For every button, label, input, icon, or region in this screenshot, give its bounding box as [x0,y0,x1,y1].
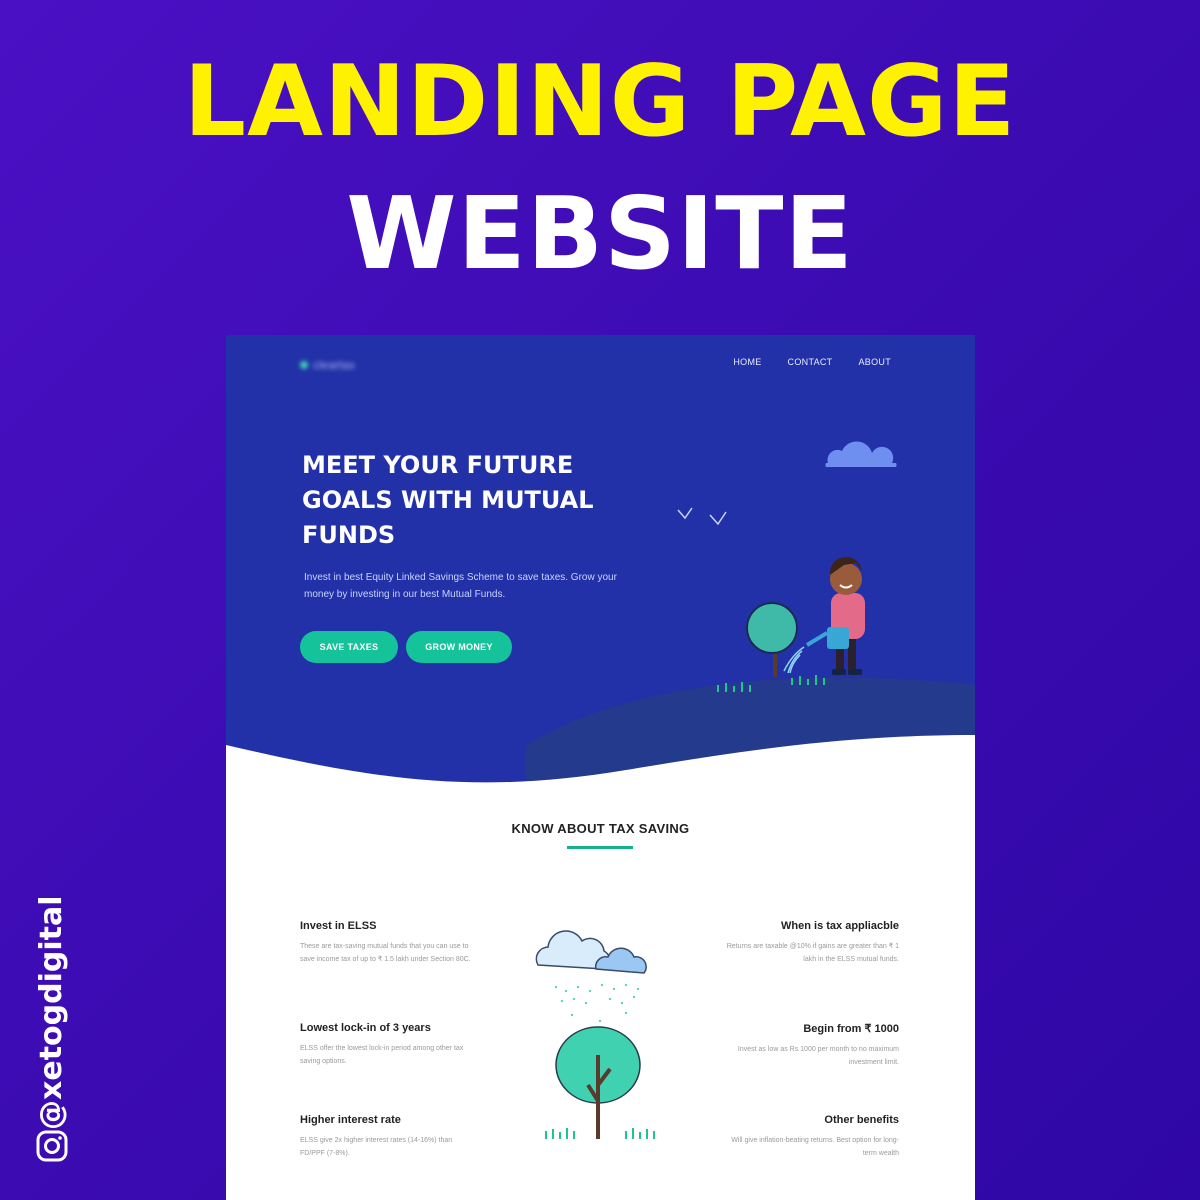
social-handle: @xetogdigital [30,895,74,1170]
hero-illustration [226,441,975,785]
logo-dot-icon [300,361,308,369]
grow-money-button[interactable]: GROW MONEY [406,631,512,663]
feature-title: Begin from ₹ 1000 [803,1023,899,1035]
cloud-icon [825,441,897,467]
logo-text: cleartax [313,358,356,372]
nav-about[interactable]: ABOUT [858,357,891,367]
site-logo[interactable]: cleartax [300,357,355,373]
poster-title-line1: LANDING PAGE [183,45,1017,159]
feature-interest-rate: Higher interest rate ELSS give 2x higher… [300,1114,475,1160]
feature-text: Invest as low as Rs 1000 per month to no… [737,1046,899,1066]
feature-invest-elss: Invest in ELSS These are tax-saving mutu… [300,920,475,966]
site-nav: HOME CONTACT ABOUT [733,357,891,367]
save-taxes-button[interactable]: SAVE TAXES [300,631,398,663]
nav-home[interactable]: HOME [733,357,761,367]
feature-title: Invest in ELSS [300,920,377,932]
feature-title: When is tax appliacble [781,920,899,932]
feature-text: ELSS offer the lowest lock-in period amo… [300,1045,464,1065]
feature-title: Lowest lock-in of 3 years [300,1022,431,1034]
cloud-icon [535,930,647,974]
website-mockup: cleartax HOME CONTACT ABOUT MEET YOUR FU… [226,335,975,1200]
feature-tax-applicable: When is tax appliacble Returns are taxab… [724,920,899,966]
feature-title: Higher interest rate [300,1114,401,1126]
instagram-icon [36,1130,68,1162]
feature-text: Will give inflation-beating returns. Bes… [731,1137,899,1157]
handle-text: @xetogdigital [34,895,69,1130]
feature-begin-1000: Begin from ₹ 1000 Invest as low as Rs 10… [724,1022,899,1069]
hero-section: cleartax HOME CONTACT ABOUT MEET YOUR FU… [226,335,975,785]
section-underline [567,846,633,849]
section-title: KNOW ABOUT TAX SAVING [511,821,690,836]
person-icon [829,556,865,675]
tree-icon [746,602,798,677]
hero-subtitle: Invest in best Equity Linked Savings Sch… [304,572,617,600]
tree-icon [555,1026,641,1139]
rain-tree-illustration [535,930,655,1139]
feature-title: Other benefits [824,1114,899,1126]
hero-title: MEET YOUR FUTURE GOALS WITH MUTUAL FUNDS [302,451,594,549]
nav-contact[interactable]: CONTACT [788,357,833,367]
feature-text: These are tax-saving mutual funds that y… [300,943,471,963]
feature-text: ELSS give 2x higher interest rates (14-1… [300,1137,453,1157]
feature-text: Returns are taxable @10% if gains are gr… [726,943,899,963]
rain-icon [554,983,640,1023]
feature-other-benefits: Other benefits Will give inflation-beati… [724,1114,899,1160]
feature-lock-in: Lowest lock-in of 3 years ELSS offer the… [300,1022,475,1068]
poster-title-line2: WEBSITE [346,175,854,292]
